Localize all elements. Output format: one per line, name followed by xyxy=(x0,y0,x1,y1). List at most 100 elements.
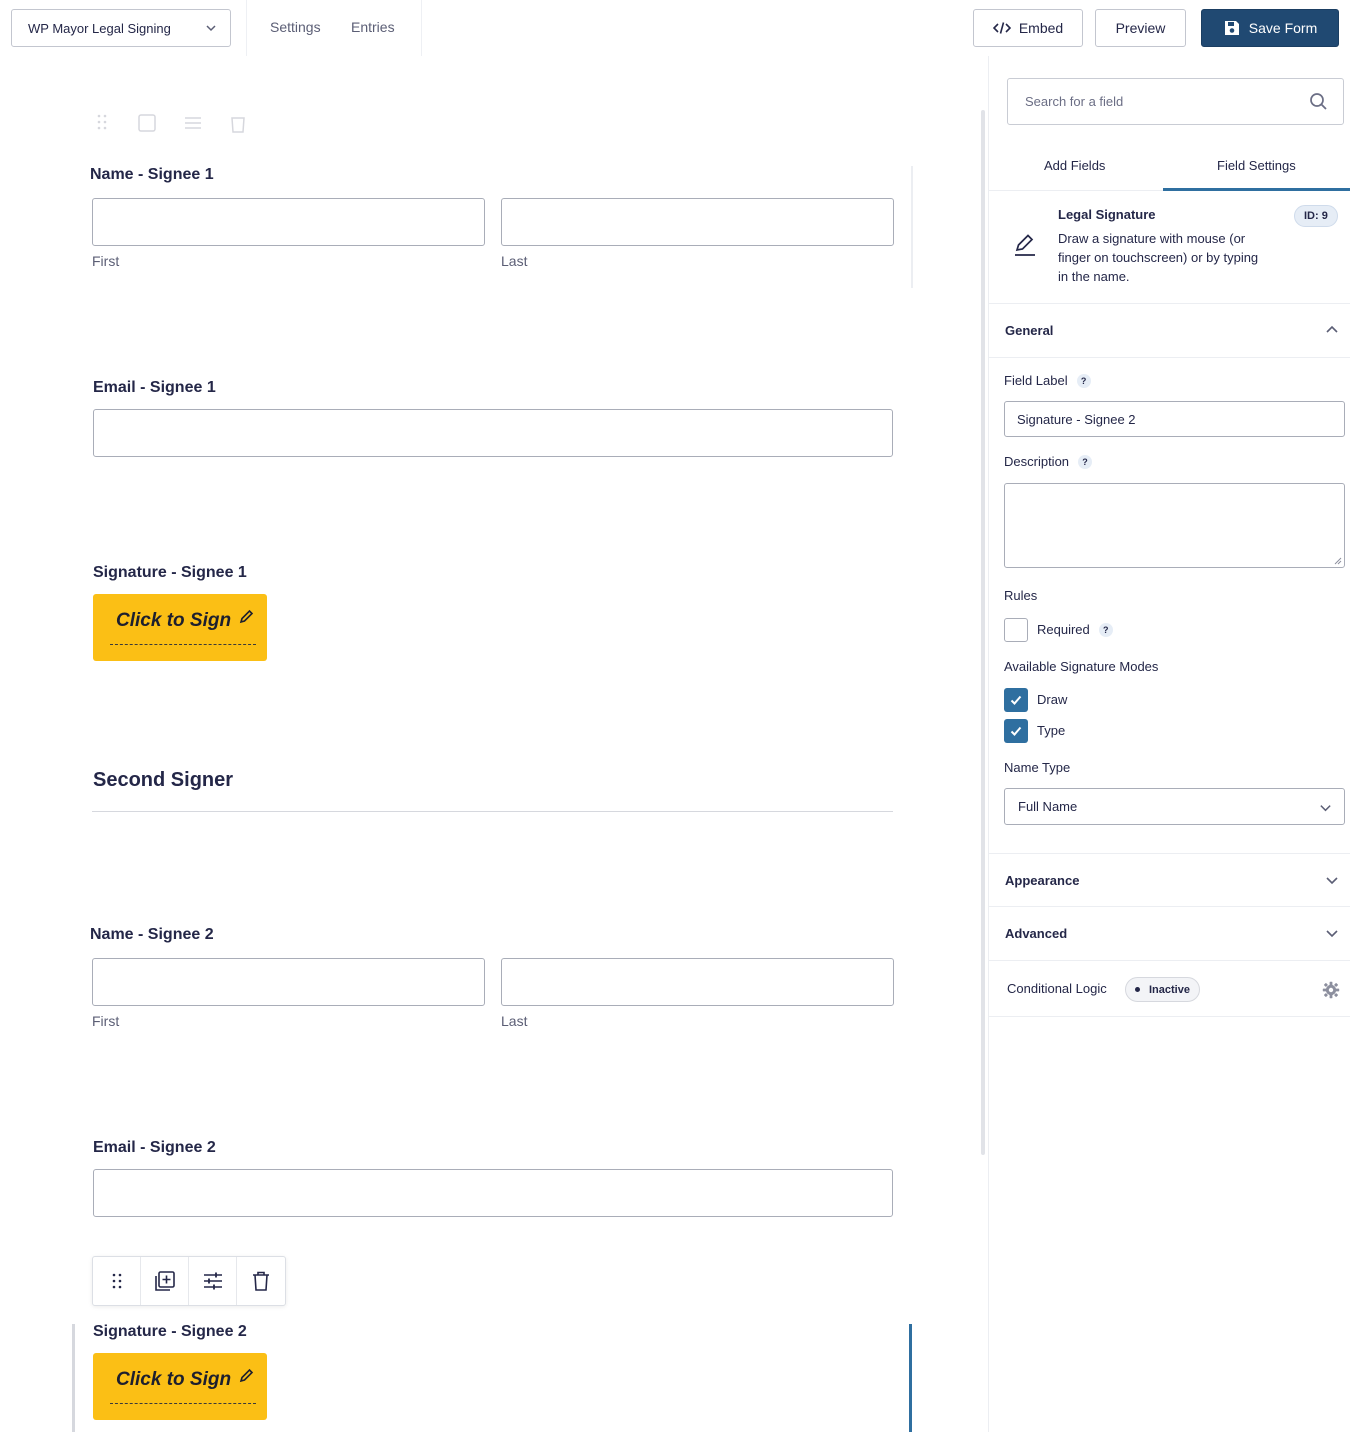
checkmark-icon xyxy=(1010,695,1022,705)
delete-field-button[interactable] xyxy=(237,1257,285,1305)
last-sublabel: Last xyxy=(501,253,528,269)
field-info-card: Legal Signature Draw a signature with mo… xyxy=(989,191,1350,304)
name-signee1-first-input[interactable] xyxy=(92,198,485,246)
divider xyxy=(421,0,422,56)
sidebar-tabs: Add Fields Field Settings xyxy=(989,146,1350,191)
chevron-down-icon xyxy=(204,21,218,38)
name-signee2-label: Name - Signee 2 xyxy=(90,926,214,943)
drag-handle[interactable] xyxy=(93,1257,141,1305)
chevron-down-icon xyxy=(1325,873,1339,892)
selected-field-indicator xyxy=(909,1324,912,1432)
signature-line xyxy=(110,1403,256,1404)
trash-icon xyxy=(231,117,245,133)
trash-icon xyxy=(253,1271,269,1291)
advanced-heading: Advanced xyxy=(1005,926,1068,941)
selected-field-left-edge xyxy=(72,1324,75,1432)
faded-field-toolbar xyxy=(92,112,248,134)
help-icon[interactable]: ? xyxy=(1078,454,1093,469)
description-textarea[interactable] xyxy=(1004,483,1345,568)
embed-button[interactable]: Embed xyxy=(973,9,1083,47)
entries-link[interactable]: Entries xyxy=(351,19,395,35)
click-to-sign-label: Click to Sign xyxy=(116,609,254,632)
signature-pen-icon xyxy=(1013,233,1037,262)
pen-icon xyxy=(240,609,254,624)
form-canvas-surface xyxy=(0,56,988,1432)
email-signee1-input[interactable] xyxy=(93,409,893,457)
checkmark-icon xyxy=(1010,726,1022,736)
form-switcher-select[interactable]: WP Mayor Legal Signing xyxy=(11,9,231,47)
drag-handle-icon xyxy=(112,1273,121,1289)
signature-signee1-label: Signature - Signee 1 xyxy=(93,564,247,581)
field-settings-button[interactable] xyxy=(189,1257,237,1305)
divider xyxy=(246,0,247,56)
signature-signee2-label: Signature - Signee 2 xyxy=(93,1323,247,1340)
required-checkbox[interactable] xyxy=(1004,618,1028,642)
preview-label: Preview xyxy=(1115,20,1166,36)
description-title: Description ? xyxy=(1004,454,1093,469)
settings-sidebar: Search for a field Add Fields Field Sett… xyxy=(988,56,1350,1432)
duplicate-icon xyxy=(154,1271,175,1291)
chevron-down-icon xyxy=(1319,801,1332,817)
click-to-sign-label: Click to Sign xyxy=(116,1368,254,1391)
code-icon xyxy=(992,21,1011,35)
resize-handle-icon xyxy=(1334,557,1342,565)
required-label: Required ? xyxy=(1037,622,1113,637)
tab-add-fields[interactable]: Add Fields xyxy=(1044,158,1105,173)
type-mode-label: Type xyxy=(1037,723,1066,738)
signature-line xyxy=(110,644,256,645)
name-type-select[interactable]: Full Name xyxy=(1004,788,1345,825)
field-type-title: Legal Signature xyxy=(1058,207,1156,222)
duplicate-icon xyxy=(138,114,156,132)
field-label-input[interactable]: Signature - Signee 2 xyxy=(1004,401,1345,437)
chevron-down-icon xyxy=(1325,926,1339,945)
section-divider xyxy=(92,811,893,812)
save-form-button[interactable]: Save Form xyxy=(1201,9,1339,47)
name-signee1-label: Name - Signee 1 xyxy=(90,166,214,183)
field-label-title: Field Label ? xyxy=(1004,373,1091,388)
search-placeholder: Search for a field xyxy=(1025,94,1124,109)
gear-icon[interactable] xyxy=(1322,981,1340,1004)
appearance-heading: Appearance xyxy=(1005,873,1080,888)
conditional-logic-label: Conditional Logic xyxy=(1007,981,1107,996)
advanced-accordion-header[interactable]: Advanced xyxy=(989,907,1350,961)
conditional-logic-row[interactable]: Conditional Logic Inactive xyxy=(989,962,1350,1017)
settings-link[interactable]: Settings xyxy=(270,19,321,35)
appearance-accordion-header[interactable]: Appearance xyxy=(989,853,1350,907)
search-icon[interactable] xyxy=(1309,92,1328,114)
save-form-label: Save Form xyxy=(1248,20,1318,36)
embed-label: Embed xyxy=(1018,20,1064,36)
draw-mode-checkbox[interactable] xyxy=(1004,688,1028,712)
tab-field-settings[interactable]: Field Settings xyxy=(1217,158,1296,173)
name-signee2-first-input[interactable] xyxy=(92,958,485,1006)
canvas-scrollbar[interactable] xyxy=(981,110,985,1155)
sliders-icon xyxy=(203,1272,222,1290)
general-accordion-divider xyxy=(989,304,1350,358)
field-edge xyxy=(911,166,913,288)
field-toolbar xyxy=(92,1256,286,1306)
form-canvas xyxy=(0,56,988,1432)
first-sublabel: First xyxy=(92,253,120,269)
name-signee1-last-input[interactable] xyxy=(501,198,894,246)
draw-mode-label: Draw xyxy=(1037,692,1068,707)
pen-icon xyxy=(240,1368,254,1383)
rules-title: Rules xyxy=(1004,588,1038,603)
form-switcher-label: WP Mayor Legal Signing xyxy=(28,20,171,36)
email-signee1-label: Email - Signee 1 xyxy=(93,379,216,396)
duplicate-field-button[interactable] xyxy=(141,1257,189,1305)
field-type-description: Draw a signature with mouse (or finger o… xyxy=(1058,231,1259,284)
email-signee2-input[interactable] xyxy=(93,1169,893,1217)
last-sublabel: Last xyxy=(501,1013,528,1029)
name-signee2-last-input[interactable] xyxy=(501,958,894,1006)
drag-handle-icon xyxy=(97,114,107,130)
help-icon[interactable]: ? xyxy=(1076,373,1091,388)
click-to-sign-button[interactable]: Click to Sign xyxy=(93,1353,267,1420)
preview-button[interactable]: Preview xyxy=(1095,9,1186,47)
field-search-input[interactable]: Search for a field xyxy=(1007,78,1344,125)
field-label-value: Signature - Signee 2 xyxy=(1017,411,1136,427)
help-icon[interactable]: ? xyxy=(1098,622,1113,637)
type-mode-checkbox[interactable] xyxy=(1004,719,1028,743)
click-to-sign-button[interactable]: Click to Sign xyxy=(93,594,267,661)
signature-modes-title: Available Signature Modes xyxy=(1004,659,1159,674)
first-sublabel: First xyxy=(92,1013,120,1029)
status-dot xyxy=(1135,987,1140,992)
